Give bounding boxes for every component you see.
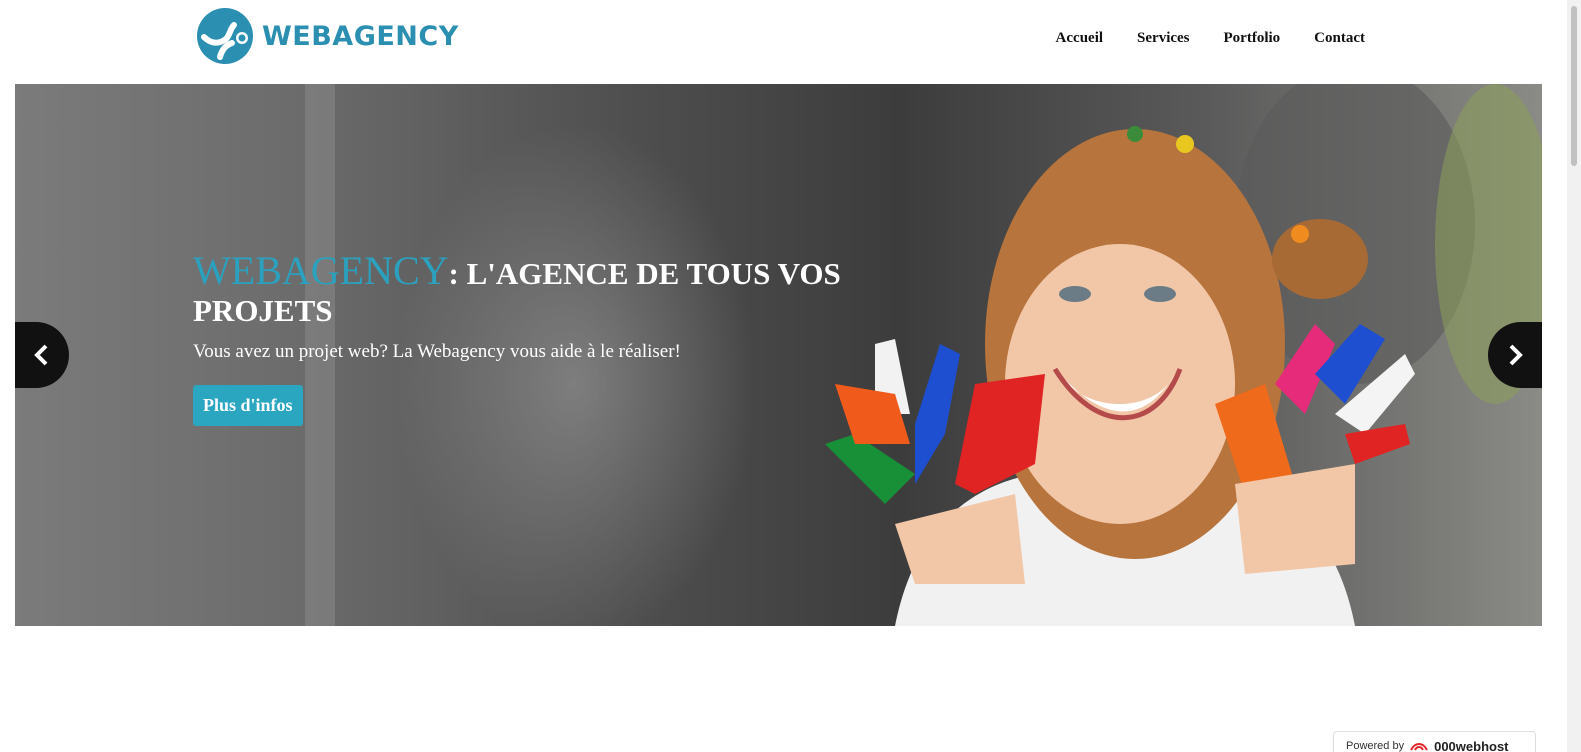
chevron-left-icon xyxy=(34,344,48,366)
nav-services[interactable]: Services xyxy=(1137,30,1189,47)
main-nav: Accueil Services Portfolio Contact xyxy=(1056,30,1365,47)
more-info-button[interactable]: Plus d'infos xyxy=(193,385,303,426)
hero-brand: WEBAGENCY xyxy=(193,248,449,293)
nav-contact[interactable]: Contact xyxy=(1314,30,1365,47)
hero-text: Vous avez un projet web? La Webagency vo… xyxy=(193,341,681,362)
host-logo-icon xyxy=(1410,743,1428,751)
badge-label: Powered by xyxy=(1346,740,1405,752)
nav-accueil[interactable]: Accueil xyxy=(1056,30,1103,47)
hero-caption: WEBAGENCY: L'AGENCE DE TOUS VOS PROJETS … xyxy=(193,251,853,426)
hosting-badge[interactable]: Powered by 000webhost xyxy=(1333,731,1536,752)
logo-mark-icon xyxy=(197,8,253,64)
page-scrollbar[interactable] xyxy=(1567,0,1581,752)
chevron-right-icon xyxy=(1509,344,1523,366)
hero-carousel: WEBAGENCY: L'AGENCE DE TOUS VOS PROJETS … xyxy=(15,84,1542,626)
badge-provider: 000webhost xyxy=(1434,738,1509,752)
logo-text: WEBAGENCY xyxy=(262,20,459,52)
nav-portfolio[interactable]: Portfolio xyxy=(1224,30,1281,47)
logo[interactable]: WEBAGENCY xyxy=(196,6,459,66)
scroll-thumb[interactable] xyxy=(1571,6,1577,166)
hero-title: WEBAGENCY: L'AGENCE DE TOUS VOS PROJETS xyxy=(193,251,853,329)
site-header: WEBAGENCY Accueil Services Portfolio Con… xyxy=(0,0,1581,84)
